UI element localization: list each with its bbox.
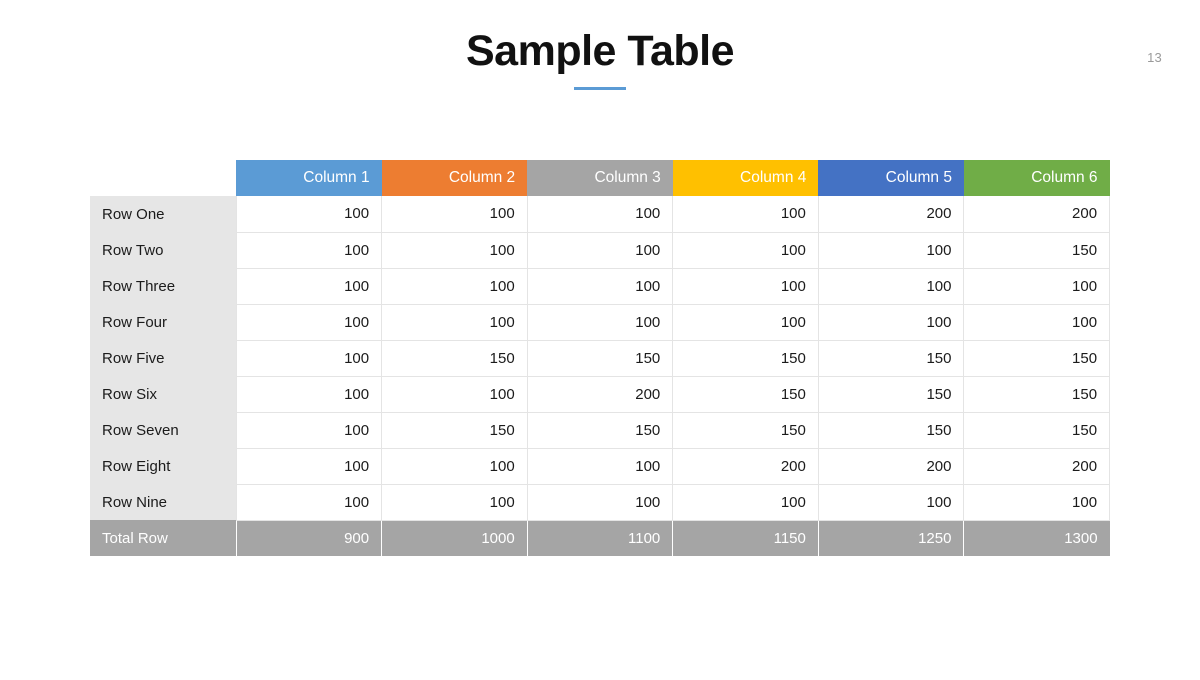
row-label: Row Nine (90, 484, 236, 520)
table-cell: 100 (672, 232, 819, 269)
column-header-5[interactable]: Column 5 (818, 160, 964, 196)
table-cell: 100 (235, 412, 383, 449)
row-label: Row Seven (90, 412, 236, 448)
page-title: Sample Table (465, 27, 735, 75)
row-label: Row One (90, 196, 236, 232)
table-cell: 200 (963, 196, 1111, 233)
table-cell: 100 (818, 484, 965, 521)
table-cell: 100 (235, 376, 383, 413)
table-cell: 100 (381, 268, 528, 305)
table-cell: 100 (818, 232, 965, 269)
table-row: Row One 100 100 100 100 200 200 (90, 196, 1111, 233)
table-cell: 150 (963, 412, 1111, 449)
table-cell: 100 (963, 484, 1111, 521)
table-cell: 150 (672, 376, 819, 413)
table-row: Row Two 100 100 100 100 100 150 (90, 232, 1111, 269)
table-cell: 100 (235, 196, 383, 233)
header-corner-cell (90, 160, 236, 196)
column-header-6[interactable]: Column 6 (963, 160, 1110, 196)
table-cell: 100 (527, 196, 674, 233)
column-header-2[interactable]: Column 2 (381, 160, 528, 196)
table-cell: 150 (963, 232, 1111, 269)
table-body: Row One 100 100 100 100 200 200 Row Two … (90, 196, 1111, 556)
table-cell: 100 (527, 232, 674, 269)
table-cell: 100 (527, 304, 674, 341)
table-header: Column 1 Column 2 Column 3 Column 4 Colu… (90, 160, 1110, 196)
table-cell: 100 (963, 304, 1111, 341)
table-cell: 100 (527, 268, 674, 305)
table-cell: 150 (381, 412, 528, 449)
total-cell: 1250 (818, 520, 965, 556)
header-row: Column 1 Column 2 Column 3 Column 4 Colu… (90, 160, 1110, 196)
table-cell: 150 (963, 340, 1111, 377)
table-cell: 150 (527, 412, 674, 449)
table-row: Row Six 100 100 200 150 150 150 (90, 376, 1111, 413)
table-cell: 200 (672, 448, 819, 485)
table-cell: 200 (818, 448, 965, 485)
table-cell: 100 (381, 376, 528, 413)
table-row: Row Five 100 150 150 150 150 150 (90, 340, 1111, 377)
table-cell: 100 (235, 232, 383, 269)
table-cell: 150 (672, 340, 819, 377)
table-cell: 100 (527, 448, 674, 485)
table-row: Row Three 100 100 100 100 100 100 (90, 268, 1111, 305)
table-cell: 150 (381, 340, 528, 377)
total-cell: 1300 (963, 520, 1110, 556)
table-cell: 100 (235, 304, 383, 341)
table-cell: 200 (963, 448, 1111, 485)
table-cell: 100 (235, 448, 383, 485)
table-cell: 100 (381, 232, 528, 269)
row-label: Row Two (90, 232, 236, 268)
total-row-label: Total Row (90, 520, 237, 556)
table-cell: 100 (818, 304, 965, 341)
total-cell: 1000 (381, 520, 528, 556)
total-cell: 900 (236, 520, 383, 556)
row-label: Row Three (90, 268, 236, 304)
table-cell: 100 (235, 484, 383, 521)
table-cell: 100 (381, 196, 528, 233)
table-row: Row Four 100 100 100 100 100 100 (90, 304, 1111, 341)
table-cell: 200 (818, 196, 965, 233)
table-cell: 150 (963, 376, 1111, 413)
slide: 13 Sample Table Column 1 Column 2 Column… (0, 0, 1200, 680)
total-cell: 1100 (527, 520, 674, 556)
table-cell: 100 (235, 268, 383, 305)
table-row: Row Seven 100 150 150 150 150 150 (90, 412, 1111, 449)
row-label: Row Six (90, 376, 236, 412)
column-header-4[interactable]: Column 4 (672, 160, 819, 196)
table-cell: 150 (818, 376, 965, 413)
column-header-1[interactable]: Column 1 (236, 160, 382, 196)
table-container: Column 1 Column 2 Column 3 Column 4 Colu… (90, 160, 1111, 556)
total-cell: 1150 (672, 520, 819, 556)
table-cell: 100 (672, 268, 819, 305)
table-cell: 100 (381, 448, 528, 485)
table-cell: 100 (963, 268, 1111, 305)
table-cell: 100 (672, 196, 819, 233)
table-cell: 100 (381, 304, 528, 341)
table-cell: 150 (818, 412, 965, 449)
table-cell: 200 (527, 376, 674, 413)
table-cell: 150 (672, 412, 819, 449)
table-cell: 150 (818, 340, 965, 377)
table-row: Row Nine 100 100 100 100 100 100 (90, 484, 1111, 521)
table-row: Row Eight 100 100 100 200 200 200 (90, 448, 1111, 485)
table-cell: 100 (672, 484, 819, 521)
row-label: Row Four (90, 304, 236, 340)
title-underline-accent (574, 87, 626, 90)
table-cell: 100 (672, 304, 819, 341)
table-cell: 100 (818, 268, 965, 305)
row-label: Row Eight (90, 448, 236, 484)
row-label: Row Five (90, 340, 236, 376)
table-cell: 100 (235, 340, 383, 377)
total-row: Total Row 900 1000 1100 1150 1250 1300 (90, 520, 1110, 556)
table-cell: 150 (527, 340, 674, 377)
sample-table: Column 1 Column 2 Column 3 Column 4 Colu… (90, 160, 1111, 556)
title-block: Sample Table (0, 30, 1200, 90)
column-header-3[interactable]: Column 3 (527, 160, 673, 196)
table-cell: 100 (527, 484, 674, 521)
table-cell: 100 (381, 484, 528, 521)
